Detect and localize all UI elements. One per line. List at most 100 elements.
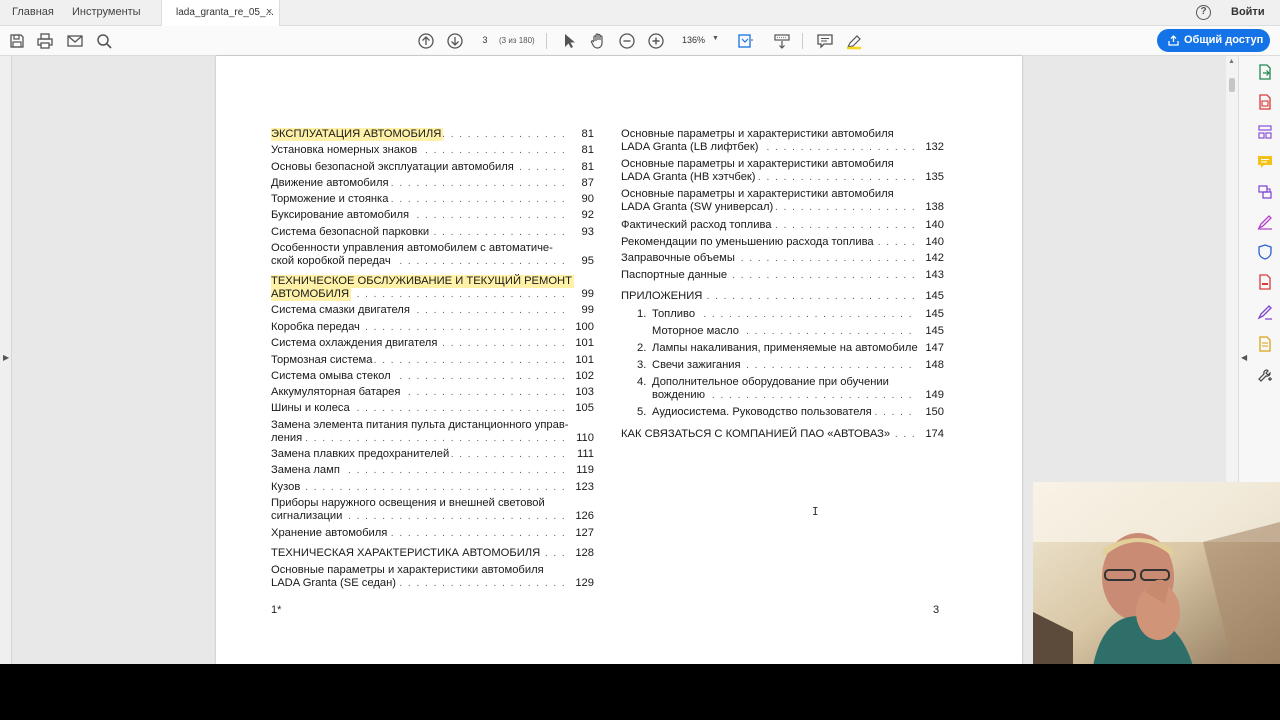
toc-entry[interactable]: . . . . . . . . . . . . . . . . . . . . …	[652, 325, 944, 338]
fill-sign-icon[interactable]	[1257, 214, 1273, 230]
highlighter-icon[interactable]	[845, 32, 863, 50]
toc-entry[interactable]: . . . . . . . . . . . . . . . . . . . . …	[621, 269, 944, 282]
toc-entry[interactable]: . . . . . . . . . . . . . . . . . . . . …	[271, 209, 594, 222]
toc-entry[interactable]: . . . . . . . . . . . . . . . . . . . . …	[271, 448, 594, 461]
toc-entry[interactable]: . . . . . . . . . . . . . . . . . . . . …	[621, 236, 944, 249]
toc-entry[interactable]: 5. . . . . . . . . . . . . . . . . . . .…	[637, 406, 944, 419]
toc-entry[interactable]: . . . . . . . . . . . . . . . . . . . . …	[271, 481, 594, 494]
toc-entry-title: Приборы наружного освещения и внешней св…	[271, 497, 547, 510]
toc-entry-number: 3.	[637, 359, 647, 371]
toc-entry-page: 110	[573, 432, 594, 445]
toc-entry-title-continued: АВТОМОБИЛЯ	[271, 288, 352, 301]
save-icon[interactable]	[8, 32, 26, 50]
toc-entry[interactable]: . . . . . . . . . . . . . . . . . . . . …	[271, 337, 594, 350]
share-button[interactable]: Общий доступ	[1157, 29, 1270, 52]
toc-entry-title: Хранение автомобиля	[271, 527, 390, 540]
toc-entry-title: Моторное масло	[652, 325, 741, 338]
toc-entry[interactable]: . . . . . . . . . . . . . . . . . . . . …	[271, 564, 594, 590]
toc-entry[interactable]: . . . . . . . . . . . . . . . . . . . . …	[271, 527, 594, 540]
print-icon[interactable]	[36, 32, 54, 50]
toc-entry-page: 123	[572, 481, 594, 494]
toc-entry-title: ПРИЛОЖЕНИЯ	[621, 290, 705, 303]
toc-entry-title-continued: LADA Granta (SE седан)	[271, 577, 399, 590]
page-footer-left: 1*	[271, 604, 282, 616]
tab-document[interactable]: lada_granta_re_05_... ×	[161, 0, 280, 26]
toc-entry-number: 2.	[637, 342, 647, 354]
toc-entry[interactable]: . . . . . . . . . . . . . . . . . . . . …	[271, 386, 594, 399]
toc-entry[interactable]: 1. . . . . . . . . . . . . . . . . . . .…	[637, 308, 944, 321]
toc-entry[interactable]: . . . . . . . . . . . . . . . . . . . . …	[621, 188, 944, 214]
zoom-level[interactable]: 136%	[682, 35, 705, 45]
page-number-input[interactable]: 3	[476, 35, 494, 45]
chevron-down-icon[interactable]: ▼	[712, 35, 719, 42]
toc-entry[interactable]: . . . . . . . . . . . . . . . . . . . . …	[271, 321, 594, 334]
toc-entry[interactable]: . . . . . . . . . . . . . . . . . . . . …	[271, 242, 594, 268]
cursor-icon[interactable]	[560, 32, 578, 50]
chevron-right-icon[interactable]: ▶	[3, 353, 9, 362]
comment-icon[interactable]	[816, 32, 834, 50]
toc-entry-page: 103	[572, 386, 594, 399]
toc-entry[interactable]: . . . . . . . . . . . . . . . . . . . . …	[271, 464, 594, 477]
signin-button[interactable]: Войти	[1231, 0, 1265, 25]
toc-entry[interactable]: . . . . . . . . . . . . . . . . . . . . …	[271, 161, 594, 174]
toc-entry[interactable]: 3. . . . . . . . . . . . . . . . . . . .…	[637, 359, 944, 372]
toc-entry[interactable]: 4. . . . . . . . . . . . . . . . . . . .…	[637, 376, 944, 402]
toc-entry[interactable]: . . . . . . . . . . . . . . . . . . . . …	[621, 428, 944, 441]
toc-entry[interactable]: . . . . . . . . . . . . . . . . . . . . …	[271, 193, 594, 206]
toc-entry-title: Установка номерных знаков	[271, 144, 420, 157]
toc-entry[interactable]: . . . . . . . . . . . . . . . . . . . . …	[271, 419, 594, 445]
request-signature-icon[interactable]	[1257, 304, 1273, 320]
toc-entry[interactable]: 2. . . . . . . . . . . . . . . . . . . .…	[637, 342, 944, 355]
toc-entry[interactable]: . . . . . . . . . . . . . . . . . . . . …	[271, 226, 594, 239]
toc-entry[interactable]: . . . . . . . . . . . . . . . . . . . . …	[621, 252, 944, 265]
toc-entry[interactable]: . . . . . . . . . . . . . . . . . . . . …	[271, 177, 594, 190]
combine-files-icon[interactable]	[1257, 184, 1273, 200]
protect-icon[interactable]	[1257, 244, 1273, 260]
tab-tools[interactable]: Инструменты	[72, 0, 141, 25]
send-review-icon[interactable]	[1257, 336, 1273, 352]
organize-pages-icon[interactable]	[1257, 124, 1273, 140]
hand-icon[interactable]	[589, 32, 607, 50]
export-pdf-icon[interactable]	[1257, 64, 1273, 80]
more-tools-icon[interactable]	[1257, 368, 1273, 384]
scroll-up-icon[interactable]: ▲	[1228, 58, 1235, 65]
comment-tool-icon[interactable]	[1257, 154, 1273, 170]
page-down-icon[interactable]	[446, 32, 464, 50]
page-up-icon[interactable]	[417, 32, 435, 50]
toc-entry[interactable]: . . . . . . . . . . . . . . . . . . . . …	[271, 370, 594, 383]
toc-entry-page: 129	[572, 577, 594, 590]
toc-entry[interactable]: . . . . . . . . . . . . . . . . . . . . …	[271, 402, 594, 415]
left-panel-toggle[interactable]: ▶	[0, 56, 12, 664]
toc-entry-title: ТЕХНИЧЕСКАЯ ХАРАКТЕРИСТИКА АВТОМОБИЛЯ	[271, 547, 543, 560]
toc-entry[interactable]: . . . . . . . . . . . . . . . . . . . . …	[271, 144, 594, 157]
toc-entry-page: 100	[572, 321, 594, 334]
toc-entry[interactable]: . . . . . . . . . . . . . . . . . . . . …	[621, 290, 944, 303]
fit-page-icon[interactable]	[736, 32, 754, 50]
toc-entry-page: 111	[573, 448, 594, 461]
zoom-out-icon[interactable]	[618, 32, 636, 50]
search-icon[interactable]	[95, 32, 113, 50]
toc-entry[interactable]: . . . . . . . . . . . . . . . . . . . . …	[271, 354, 594, 367]
tab-home[interactable]: Главная	[12, 0, 54, 25]
mail-icon[interactable]	[66, 32, 84, 50]
chevron-left-icon[interactable]: ◀	[1241, 353, 1247, 362]
toc-entry-page: 150	[922, 406, 944, 419]
redact-icon[interactable]	[1257, 274, 1273, 290]
toc-entry[interactable]: . . . . . . . . . . . . . . . . . . . . …	[621, 219, 944, 232]
toc-entry[interactable]: . . . . . . . . . . . . . . . . . . . . …	[271, 275, 594, 301]
help-icon[interactable]: ?	[1196, 5, 1211, 20]
toc-entry[interactable]: . . . . . . . . . . . . . . . . . . . . …	[271, 128, 594, 141]
toc-entry[interactable]: . . . . . . . . . . . . . . . . . . . . …	[621, 158, 944, 184]
toc-entry[interactable]: . . . . . . . . . . . . . . . . . . . . …	[271, 304, 594, 317]
scroll-mode-icon[interactable]	[773, 32, 791, 50]
scrollbar-thumb[interactable]	[1229, 78, 1235, 92]
toc-entry[interactable]: . . . . . . . . . . . . . . . . . . . . …	[621, 128, 944, 154]
toc-entry[interactable]: . . . . . . . . . . . . . . . . . . . . …	[271, 547, 594, 560]
toc-entry-number: 4.	[637, 376, 647, 388]
toc-entry-title: Кузов	[271, 481, 303, 494]
create-pdf-icon[interactable]	[1257, 94, 1273, 110]
toc-entry[interactable]: . . . . . . . . . . . . . . . . . . . . …	[271, 497, 594, 523]
close-icon[interactable]: ×	[266, 0, 272, 25]
zoom-in-icon[interactable]	[647, 32, 665, 50]
toc-entry-title-continued: сигнализации	[271, 510, 345, 523]
